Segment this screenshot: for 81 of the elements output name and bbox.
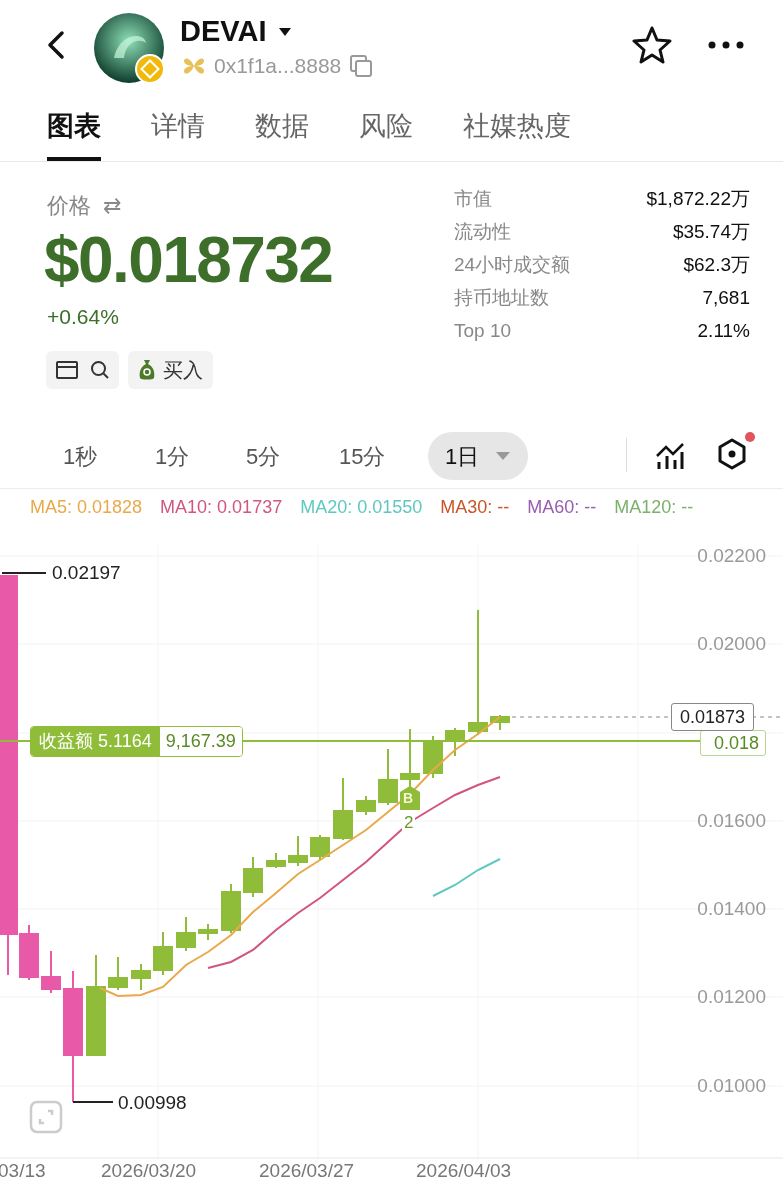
money-bag-icon	[138, 359, 155, 381]
interval-tab[interactable]: 1分	[155, 432, 190, 480]
stat-label: 持币地址数	[454, 286, 549, 311]
high-price-label: 0.02197	[52, 562, 121, 584]
interval-tab[interactable]: 5分	[246, 432, 281, 480]
candlestick	[41, 950, 61, 994]
buy-button[interactable]: 买入	[128, 351, 213, 389]
window-icon	[55, 361, 78, 379]
candlestick	[378, 748, 398, 806]
tab[interactable]: 数据	[255, 100, 309, 161]
stat-label: 24小时成交额	[454, 253, 571, 278]
low-price-label: 0.00998	[118, 1092, 187, 1114]
token-avatar-icon	[94, 13, 166, 85]
candlestick	[445, 727, 465, 757]
buy-marker-icon	[400, 786, 420, 810]
stat-value: $35.74万	[672, 220, 750, 245]
entry-price-tag: 0.018	[700, 730, 766, 756]
tab[interactable]: 社媒热度	[463, 100, 571, 161]
leader-line	[1, 572, 47, 574]
tab[interactable]: 风险	[359, 100, 413, 161]
candlestick	[153, 931, 173, 976]
star-icon[interactable]	[632, 26, 672, 64]
candlestick	[266, 852, 286, 869]
settings-icon[interactable]	[716, 432, 756, 472]
stat-label: 流动性	[454, 220, 511, 245]
candlestick	[490, 714, 510, 731]
moving-average-legend: MA20: 0.01550	[300, 495, 423, 520]
axis-label: 0.01200	[697, 986, 766, 1008]
current-price-tag: 0.01873	[671, 703, 755, 731]
stat-label: Top 10	[454, 319, 512, 344]
stat-label: 市值	[454, 187, 492, 212]
axis-label: 0.02000	[697, 633, 766, 655]
more-icon[interactable]	[708, 41, 744, 49]
axis-label: 0.01600	[697, 810, 766, 832]
candlestick	[243, 856, 263, 898]
price-label: 价格	[47, 192, 91, 220]
token-title[interactable]: DEVAI	[180, 10, 267, 54]
candlestick	[333, 777, 353, 841]
price-value: $0.018732	[44, 223, 333, 298]
axis-label: 2026/04/03	[416, 1160, 512, 1182]
candlestick	[310, 834, 330, 861]
stat-value: 7,681	[702, 286, 750, 311]
indicator-icon[interactable]	[655, 440, 685, 470]
axis-label: 0.01000	[697, 1075, 766, 1097]
candlestick	[131, 963, 151, 991]
position-tag[interactable]: 收益额 5.1164 9,167.39	[30, 726, 243, 757]
contract-address: 0x1f1a...8888	[214, 53, 342, 79]
tab[interactable]: 详情	[151, 100, 205, 161]
dropdown-caret-icon[interactable]	[278, 26, 293, 37]
interval-tab[interactable]: 15分	[339, 432, 386, 480]
price-change: +0.64%	[47, 304, 119, 330]
moving-average-legend: MA60: --	[527, 495, 597, 520]
search-icon	[89, 360, 110, 380]
axis-label: 0.01400	[697, 898, 766, 920]
marker-count: 2	[402, 813, 416, 832]
chart-search-button[interactable]	[46, 351, 119, 389]
marker-letter: B	[403, 790, 414, 806]
swap-icon[interactable]: ⇄	[103, 189, 121, 222]
tab[interactable]: 图表	[47, 100, 101, 161]
stat-value: $62.3万	[683, 253, 750, 278]
moving-average-legend: MA30: --	[440, 495, 510, 520]
moving-average-legend: MA10: 0.01737	[160, 495, 283, 520]
stat-value: $1,872.22万	[646, 187, 750, 212]
moving-average-legend: MA5: 0.01828	[30, 495, 143, 520]
back-icon[interactable]	[45, 30, 67, 60]
stat-value: 2.11%	[697, 319, 750, 344]
candlestick	[288, 835, 308, 867]
candlestick	[356, 795, 376, 816]
candlestick	[108, 956, 128, 991]
axis-label: 2026/03/20	[101, 1160, 197, 1182]
candlestick	[176, 916, 196, 952]
copy-icon[interactable]	[349, 53, 374, 78]
axis-label: 2026/03/27	[259, 1160, 355, 1182]
candlestick	[221, 883, 241, 934]
leader-line	[72, 1101, 114, 1103]
moving-average-legend: MA120: --	[614, 495, 694, 520]
interval-tab[interactable]: 1日	[428, 432, 529, 480]
axis-label: 0.02200	[697, 545, 766, 567]
interval-tab[interactable]: 1秒	[63, 432, 98, 480]
caret-icon	[495, 451, 512, 461]
candlestick	[198, 923, 218, 941]
